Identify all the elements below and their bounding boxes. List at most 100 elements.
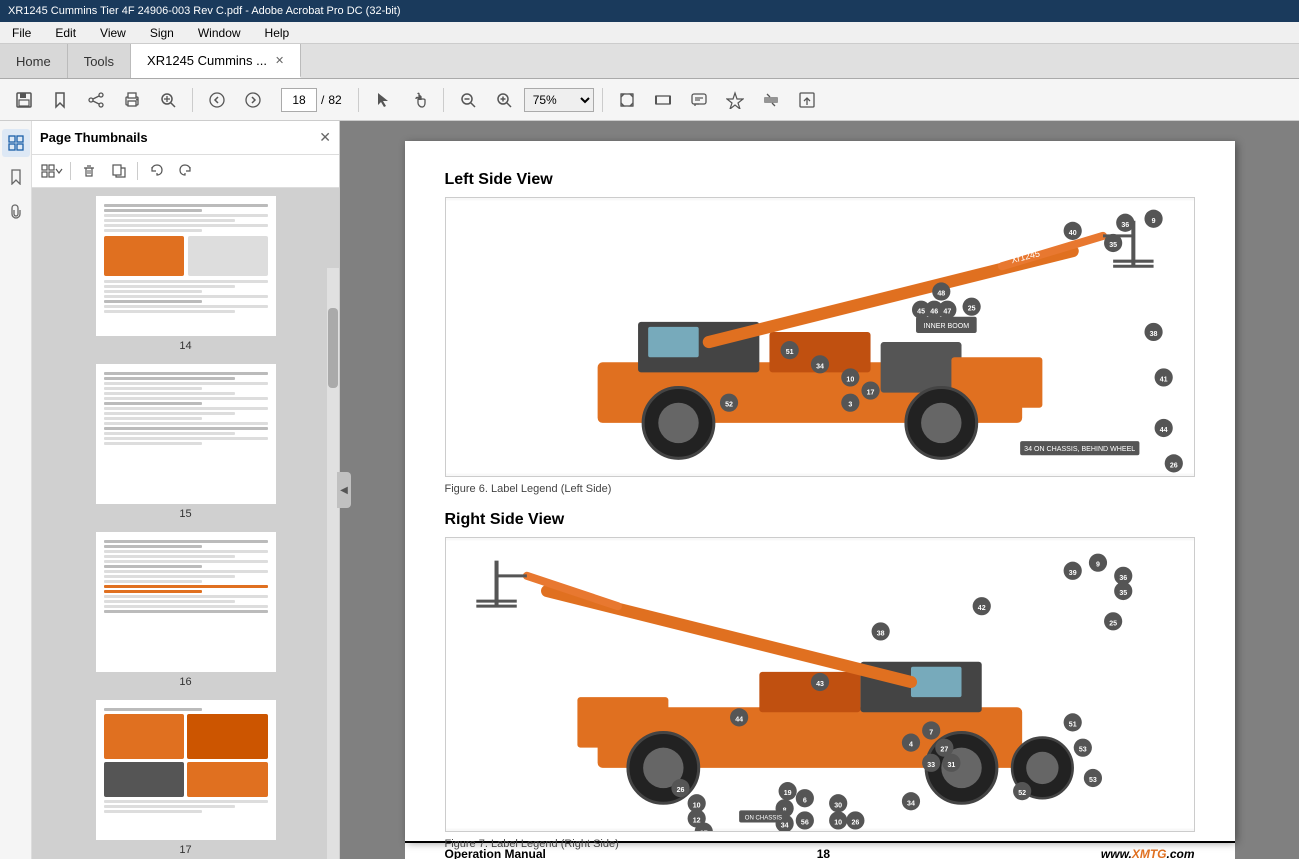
share-button[interactable] (80, 84, 112, 116)
svg-text:25: 25 (1109, 620, 1117, 627)
thumbnail-15-label: 15 (179, 508, 191, 520)
tab-tools[interactable]: Tools (68, 44, 131, 78)
bookmarks-icon[interactable] (2, 163, 30, 191)
right-side-caption: Figure 7. Label Legend (Right Side) (445, 838, 1195, 850)
sidebar-scrollbar[interactable] (327, 268, 339, 859)
panel-title: Page Thumbnails (40, 130, 148, 145)
export-button[interactable] (791, 84, 823, 116)
svg-text:19: 19 (783, 790, 791, 797)
title-bar: XR1245 Cummins Tier 4F 24906-003 Rev C.p… (0, 0, 1299, 22)
collapse-sidebar-button[interactable]: ◀ (337, 472, 351, 508)
svg-text:26: 26 (676, 787, 684, 794)
svg-text:56: 56 (800, 819, 808, 826)
hand-tool-button[interactable] (403, 84, 435, 116)
svg-text:7: 7 (929, 730, 933, 737)
prev-page-button[interactable] (201, 84, 233, 116)
svg-text:31: 31 (947, 762, 955, 769)
thumbnail-16-label: 16 (179, 676, 191, 688)
svg-text:39: 39 (1068, 570, 1076, 577)
thumbnail-img-16 (96, 532, 276, 672)
panel-undo-button[interactable] (142, 159, 170, 183)
left-side-caption: Figure 6. Label Legend (Left Side) (445, 483, 1195, 495)
panel-delete-button[interactable] (75, 159, 103, 183)
svg-text:53: 53 (1088, 777, 1096, 784)
enhance-button[interactable] (152, 84, 184, 116)
page-total: 82 (328, 93, 341, 107)
svg-text:25: 25 (967, 306, 975, 313)
page-separator: / (321, 93, 324, 107)
toolbar: / 82 75% 50% 100% 125% 150% (0, 79, 1299, 121)
thumbnail-17[interactable]: 17 (40, 700, 331, 856)
attachments-icon[interactable] (2, 197, 30, 225)
svg-text:44: 44 (1159, 427, 1167, 434)
thumbnail-14[interactable]: 14 (40, 196, 331, 352)
fit-page-button[interactable] (611, 84, 643, 116)
svg-text:52: 52 (1018, 790, 1026, 797)
redact-button[interactable] (755, 84, 787, 116)
panel-extract-button[interactable] (105, 159, 133, 183)
svg-text:47: 47 (943, 309, 951, 316)
bookmark-button[interactable] (44, 84, 76, 116)
svg-text:51: 51 (1068, 721, 1076, 728)
menu-window[interactable]: Window (194, 24, 245, 42)
svg-text:45: 45 (917, 309, 925, 316)
cursor-tool-button[interactable] (367, 84, 399, 116)
pdf-area[interactable]: Left Side View (340, 121, 1299, 859)
svg-text:44: 44 (735, 716, 743, 723)
highlight-button[interactable] (719, 84, 751, 116)
thumbnail-15[interactable]: 15 (40, 364, 331, 520)
tab-document[interactable]: XR1245 Cummins ... ✕ (131, 44, 301, 78)
sidebar-scrollbar-thumb[interactable] (328, 308, 338, 388)
svg-text:52: 52 (725, 402, 733, 409)
thumbnails-container[interactable]: 14 (32, 188, 339, 859)
tab-close-button[interactable]: ✕ (275, 54, 284, 67)
panel-close-button[interactable]: ✕ (319, 129, 331, 146)
svg-text:33: 33 (927, 762, 935, 769)
svg-text:30: 30 (834, 802, 842, 809)
panel-view-options-button[interactable] (38, 159, 66, 183)
svg-text:26: 26 (851, 819, 859, 826)
menu-edit[interactable]: Edit (51, 24, 80, 42)
pdf-page: Left Side View (405, 141, 1235, 841)
menu-file[interactable]: File (8, 24, 35, 42)
thumbnail-img-17 (96, 700, 276, 840)
svg-text:36: 36 (1121, 222, 1129, 229)
svg-text:53: 53 (1078, 747, 1086, 754)
svg-text:4: 4 (909, 742, 913, 749)
svg-text:12: 12 (692, 817, 700, 824)
panel-header: Page Thumbnails ✕ (32, 121, 339, 155)
fit-width-button[interactable] (647, 84, 679, 116)
zoom-select[interactable]: 75% 50% 100% 125% 150% (524, 88, 594, 112)
panel-redo-button[interactable] (172, 159, 200, 183)
svg-text:36: 36 (1119, 575, 1127, 582)
window-title: XR1245 Cummins Tier 4F 24906-003 Rev C.p… (8, 5, 401, 17)
svg-text:9: 9 (1096, 562, 1100, 569)
zoom-out-button[interactable] (452, 84, 484, 116)
page-number-input[interactable] (281, 88, 317, 112)
left-side-title: Left Side View (445, 171, 1195, 189)
svg-text:17: 17 (866, 390, 874, 397)
tab-bar: Home Tools XR1245 Cummins ... ✕ (0, 44, 1299, 79)
menu-bar: File Edit View Sign Window Help (0, 22, 1299, 44)
right-side-section: Right Side View (445, 511, 1195, 850)
thumbnails-icon[interactable] (2, 129, 30, 157)
zoom-in-button[interactable] (488, 84, 520, 116)
svg-text:27: 27 (940, 747, 948, 754)
menu-help[interactable]: Help (261, 24, 294, 42)
main-area: Page Thumbnails ✕ (0, 121, 1299, 859)
comment-button[interactable] (683, 84, 715, 116)
thumbnail-img-14 (96, 196, 276, 336)
save-button[interactable] (8, 84, 40, 116)
svg-text:34: 34 (780, 823, 788, 830)
next-page-button[interactable] (237, 84, 269, 116)
tab-home[interactable]: Home (0, 44, 68, 78)
menu-sign[interactable]: Sign (146, 24, 178, 42)
thumbnail-16[interactable]: 16 (40, 532, 331, 688)
svg-text:10: 10 (692, 802, 700, 809)
menu-view[interactable]: View (96, 24, 130, 42)
svg-text:35: 35 (1119, 590, 1127, 597)
svg-text:26: 26 (1169, 462, 1177, 469)
right-side-title: Right Side View (445, 511, 1195, 529)
print-button[interactable] (116, 84, 148, 116)
svg-text:41: 41 (1159, 376, 1167, 383)
